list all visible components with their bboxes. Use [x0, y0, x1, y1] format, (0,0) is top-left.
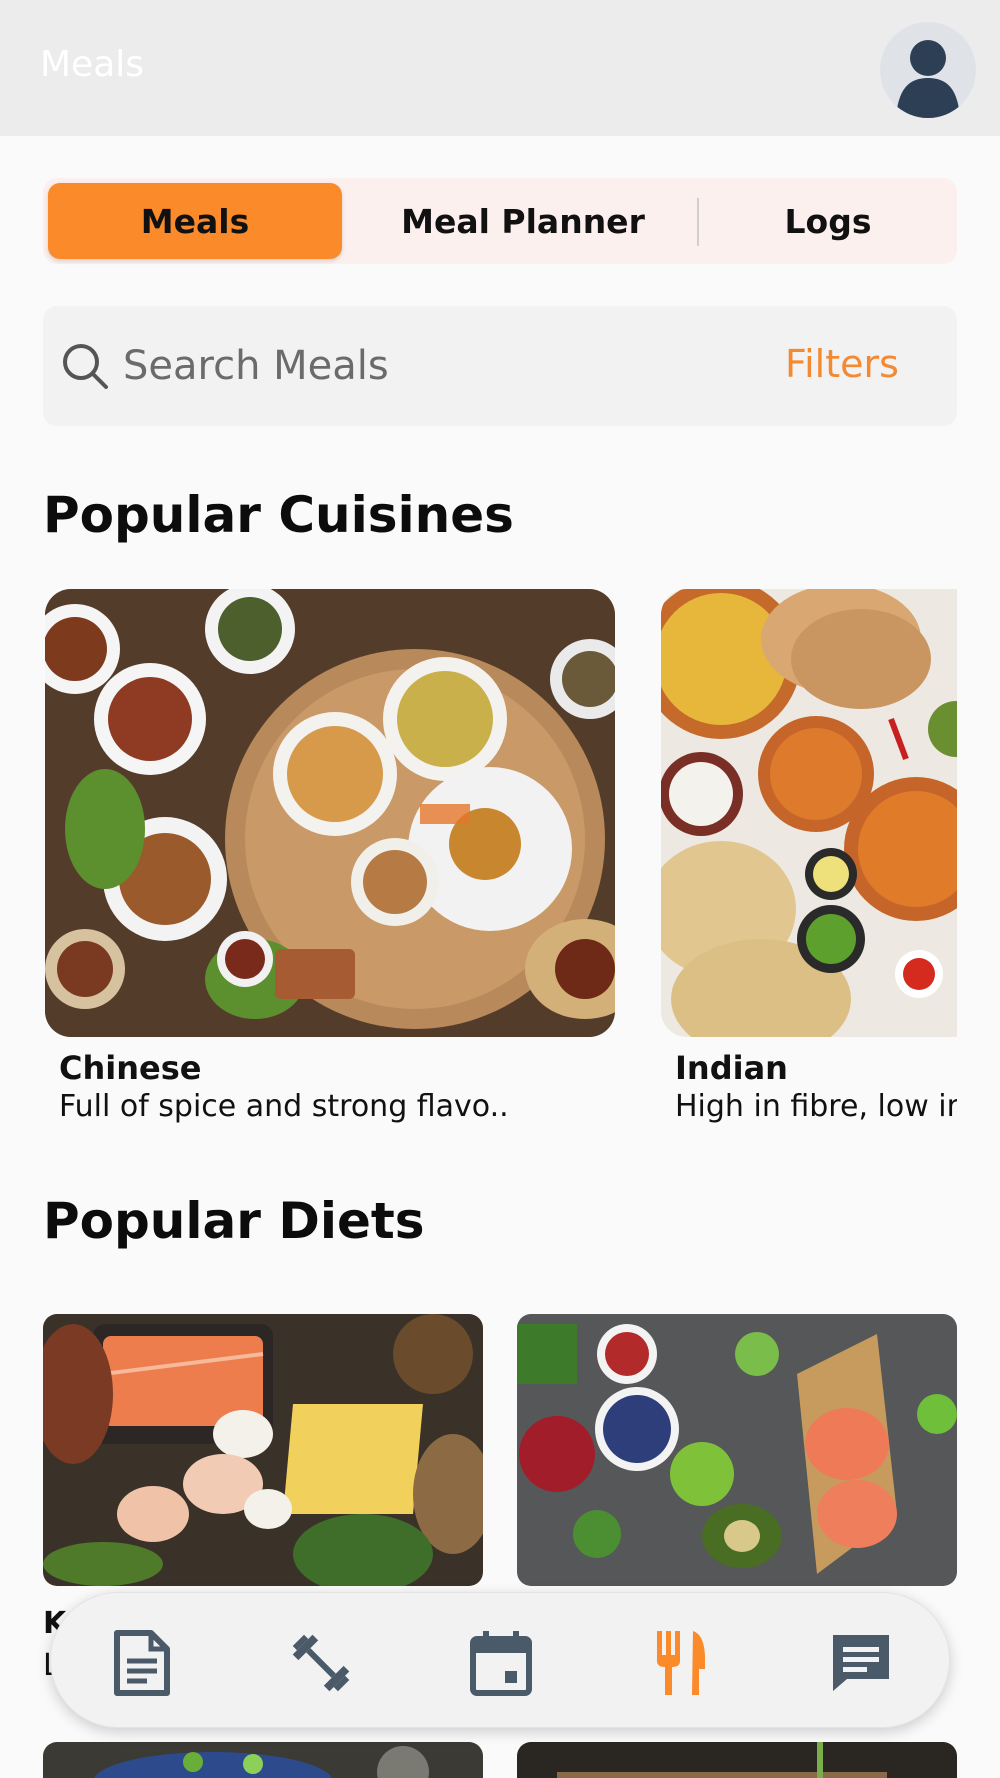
diet-card-healthy[interactable] — [517, 1314, 957, 1586]
popular-diets-title: Popular Diets — [43, 1192, 425, 1250]
search-icon — [63, 344, 108, 389]
diet-image-row2-right — [517, 1742, 957, 1778]
document-icon — [114, 1630, 170, 1696]
app-header: Meals — [0, 0, 1000, 136]
cuisine-image-indian — [661, 589, 957, 1037]
nav-meals-button[interactable] — [641, 1623, 721, 1703]
cuisine-card-indian[interactable]: Indian High in fibre, low in fat — [661, 589, 957, 1124]
dumbbell-icon — [292, 1634, 350, 1692]
avatar[interactable] — [880, 22, 976, 118]
chat-icon — [833, 1635, 889, 1691]
user-avatar-icon — [896, 40, 960, 118]
segmented-tabs: Meals Meal Planner Logs — [43, 178, 957, 264]
cuisine-image-chinese — [45, 589, 615, 1037]
page-title: Meals — [40, 44, 145, 85]
cuisine-name: Indian — [675, 1049, 788, 1087]
diet-image-keto — [43, 1314, 483, 1586]
bottom-navigation — [50, 1592, 950, 1728]
diet-image-healthy — [517, 1314, 957, 1586]
popular-cuisines-title: Popular Cuisines — [43, 486, 514, 544]
search-bar: Filters — [43, 306, 957, 426]
nav-messages-button[interactable] — [821, 1623, 901, 1703]
fork-knife-icon — [657, 1631, 705, 1695]
tab-meals[interactable]: Meals — [48, 183, 342, 259]
diet-card-row2-left[interactable] — [43, 1742, 483, 1778]
diet-image-row2-left — [43, 1742, 483, 1778]
cuisine-name: Chinese — [59, 1049, 202, 1087]
tab-logs[interactable]: Logs — [703, 183, 953, 259]
cuisine-description: High in fibre, low in fat — [675, 1089, 957, 1124]
nav-calendar-button[interactable] — [461, 1623, 541, 1703]
tab-meal-planner[interactable]: Meal Planner — [353, 183, 693, 259]
filters-button[interactable]: Filters — [785, 342, 899, 386]
tab-divider — [697, 198, 699, 246]
diet-card-keto[interactable] — [43, 1314, 483, 1586]
search-input[interactable] — [123, 336, 683, 396]
cuisine-carousel: Chinese Full of spice and strong flavo.. — [0, 560, 957, 1160]
calendar-icon — [470, 1631, 532, 1696]
nav-workouts-button[interactable] — [281, 1623, 361, 1703]
diet-card-row2-right[interactable] — [517, 1742, 957, 1778]
nav-log-button[interactable] — [101, 1623, 181, 1703]
cuisine-description: Full of spice and strong flavo.. — [59, 1089, 509, 1124]
cuisine-card-chinese[interactable]: Chinese Full of spice and strong flavo.. — [45, 589, 615, 1124]
